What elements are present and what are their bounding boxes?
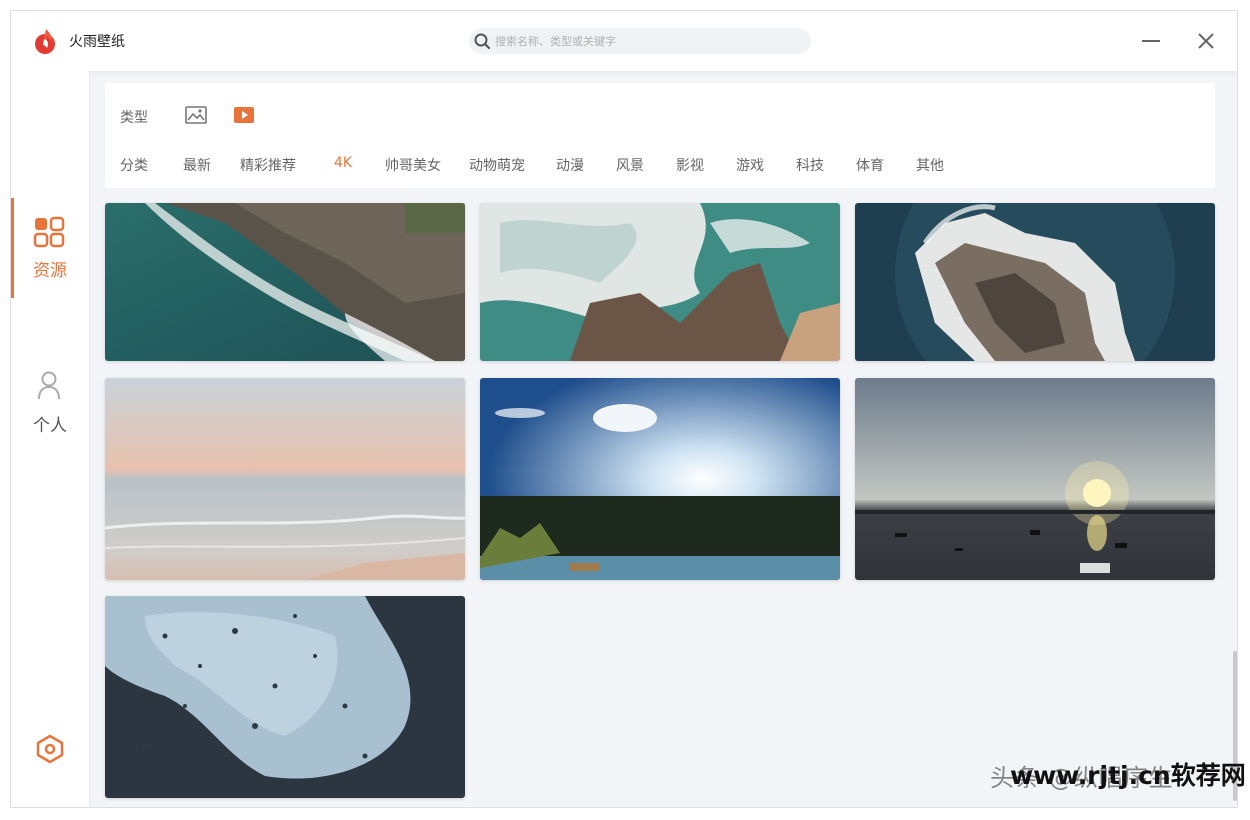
category-list: 最新 精彩推荐 4K 帅哥美女 动物萌宠 动漫 风景 影视 游戏 科技 体育 其… [105,155,1215,175]
wallpaper-image [105,378,465,580]
flame-logo-icon [35,29,55,54]
category-other[interactable]: 其他 [916,155,944,175]
wallpaper-thumbnail[interactable] [480,378,840,580]
sidebar-item-label: 资源 [33,261,67,281]
sidebar-item-resources[interactable]: 资源 [11,198,89,298]
wallpaper-image [480,203,840,361]
app-window: 火雨壁纸 资源 [10,10,1238,808]
wallpaper-thumbnail[interactable] [105,596,465,798]
filter-panel: 类型 分类 最新 精彩推荐 4K 帅哥美女 动物萌宠 动漫 风景 影视 游戏 科… [105,83,1215,188]
category-anime[interactable]: 动漫 [556,155,584,175]
wallpaper-thumbnail[interactable] [105,378,465,580]
search-icon[interactable] [473,32,491,50]
sidebar-item-personal[interactable]: 个人 [11,351,89,451]
wallpaper-thumbnail[interactable] [480,203,840,361]
wallpaper-image [480,378,840,580]
wallpaper-thumbnail[interactable] [855,378,1215,580]
search-bar[interactable] [469,28,811,54]
category-animals[interactable]: 动物萌宠 [469,155,525,175]
wallpaper-image [105,596,465,798]
category-4k[interactable]: 4K [334,155,352,171]
hexagon-settings-icon[interactable] [34,733,66,765]
active-indicator [11,198,14,298]
type-label: 类型 [120,110,148,126]
person-icon [38,371,60,400]
app-title: 火雨壁纸 [69,34,125,50]
grid-icon [33,216,65,248]
search-input[interactable] [495,28,800,54]
category-sports[interactable]: 体育 [856,155,884,175]
sidebar: 资源 个人 [11,71,90,807]
close-icon[interactable] [1194,29,1218,53]
category-tech[interactable]: 科技 [796,155,824,175]
watermark-front: www.rjtj.cn软荐网 [1010,761,1246,790]
title-bar: 火雨壁纸 [11,11,1237,71]
category-games[interactable]: 游戏 [736,155,764,175]
category-landscape[interactable]: 风景 [616,155,644,175]
wallpaper-image [855,378,1215,580]
wallpaper-image [855,203,1215,361]
category-people[interactable]: 帅哥美女 [385,155,441,175]
wallpaper-thumbnail[interactable] [855,203,1215,361]
sidebar-item-label: 个人 [33,416,67,436]
minimize-icon[interactable] [1139,29,1163,53]
image-icon[interactable] [185,106,207,124]
category-featured[interactable]: 精彩推荐 [240,155,296,175]
category-latest[interactable]: 最新 [183,155,211,175]
wallpaper-image [105,203,465,361]
wallpaper-thumbnail[interactable] [105,203,465,361]
video-play-icon[interactable] [233,106,255,124]
category-film[interactable]: 影视 [676,155,704,175]
